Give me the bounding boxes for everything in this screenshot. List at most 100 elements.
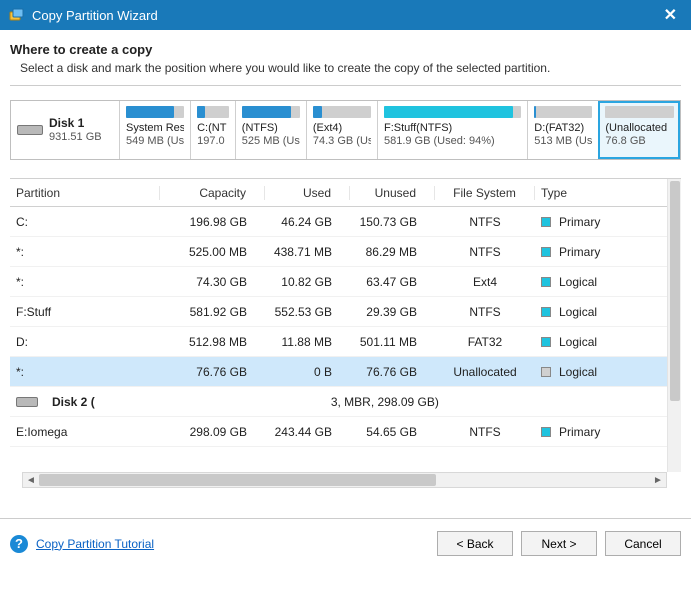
cell-filesystem: NTFS xyxy=(435,215,535,229)
cell-used: 11.88 MB xyxy=(265,335,350,349)
disk-map: Disk 1 931.51 GB System Rese 549 MB (Use… xyxy=(10,100,681,160)
cell-partition: *: xyxy=(10,245,160,259)
segment-label: System Rese xyxy=(126,122,184,135)
cell-used: 438.71 MB xyxy=(265,245,350,259)
disk2-row[interactable]: Disk 2 ( 3, MBR, 298.09 GB) xyxy=(10,387,667,417)
disk-sub: 931.51 GB xyxy=(49,130,102,144)
partition-grid: Partition Capacity Used Unused File Syst… xyxy=(10,178,681,488)
table-row[interactable]: *: 76.76 GB 0 B 76.76 GB Unallocated Log… xyxy=(10,357,667,387)
col-used[interactable]: Used xyxy=(265,186,350,200)
page-heading: Where to create a copy xyxy=(10,42,681,57)
disk-icon xyxy=(17,125,43,135)
segment-sub: 76.8 GB xyxy=(605,135,674,147)
disk-icon xyxy=(16,397,38,407)
cell-capacity: 512.98 MB xyxy=(160,335,265,349)
cell-used: 552.53 GB xyxy=(265,305,350,319)
segment-sub: 74.3 GB (Use xyxy=(313,135,371,147)
cell-unused: 63.47 GB xyxy=(350,275,435,289)
cell-unused: 54.65 GB xyxy=(350,425,435,439)
segment-label: (Ext4) xyxy=(313,122,371,135)
cell-type: Logical xyxy=(535,335,655,349)
table-row[interactable]: *: 74.30 GB 10.82 GB 63.47 GB Ext4 Logic… xyxy=(10,267,667,297)
disk-segment[interactable]: (Unallocated 76.8 GB xyxy=(598,101,680,159)
disk2-name: Disk 2 ( xyxy=(52,395,95,409)
cell-type: Primary xyxy=(535,425,655,439)
cell-unused: 29.39 GB xyxy=(350,305,435,319)
cell-unused: 150.73 GB xyxy=(350,215,435,229)
cell-type: Primary xyxy=(535,245,655,259)
grid-header[interactable]: Partition Capacity Used Unused File Syst… xyxy=(10,179,667,207)
cell-filesystem: FAT32 xyxy=(435,335,535,349)
cell-filesystem: NTFS xyxy=(435,425,535,439)
segment-sub: 581.9 GB (Used: 94%) xyxy=(384,135,521,147)
cell-type: Logical xyxy=(535,365,655,379)
cell-capacity: 196.98 GB xyxy=(160,215,265,229)
page-subheading: Select a disk and mark the position wher… xyxy=(10,61,681,75)
cell-unused: 76.76 GB xyxy=(350,365,435,379)
segment-label: D:(FAT32) xyxy=(534,122,592,135)
disk-segment[interactable]: (NTFS) 525 MB (Use xyxy=(235,101,306,159)
cell-unused: 501.11 MB xyxy=(350,335,435,349)
cell-used: 46.24 GB xyxy=(265,215,350,229)
cell-capacity: 581.92 GB xyxy=(160,305,265,319)
cell-capacity: 76.76 GB xyxy=(160,365,265,379)
disk-segment[interactable]: (Ext4) 74.3 GB (Use xyxy=(306,101,377,159)
cell-filesystem: NTFS xyxy=(435,305,535,319)
table-row[interactable]: C: 196.98 GB 46.24 GB 150.73 GB NTFS Pri… xyxy=(10,207,667,237)
cell-used: 0 B xyxy=(265,365,350,379)
disk-segment[interactable]: C:(NT 197.0 xyxy=(190,101,235,159)
cell-unused: 86.29 MB xyxy=(350,245,435,259)
segment-sub: 513 MB (Use xyxy=(534,135,592,147)
cell-partition: *: xyxy=(10,365,160,379)
scroll-right-icon[interactable]: ► xyxy=(650,475,666,486)
vertical-scrollbar[interactable] xyxy=(667,179,681,472)
cell-capacity: 74.30 GB xyxy=(160,275,265,289)
cancel-button[interactable]: Cancel xyxy=(605,531,681,556)
scroll-thumb[interactable] xyxy=(39,474,436,486)
col-type[interactable]: Type xyxy=(535,186,655,200)
segment-sub: 549 MB (Use xyxy=(126,135,184,147)
cell-partition: C: xyxy=(10,215,160,229)
segment-label: C:(NT xyxy=(197,122,229,135)
table-row[interactable]: D: 512.98 MB 11.88 MB 501.11 MB FAT32 Lo… xyxy=(10,327,667,357)
window-title: Copy Partition Wizard xyxy=(32,8,658,23)
disk-segment[interactable]: F:Stuff(NTFS) 581.9 GB (Used: 94%) xyxy=(377,101,527,159)
cell-filesystem: Ext4 xyxy=(435,275,535,289)
disk-segment[interactable]: System Rese 549 MB (Use xyxy=(119,101,190,159)
segment-label: F:Stuff(NTFS) xyxy=(384,122,521,135)
col-filesystem[interactable]: File System xyxy=(435,186,535,200)
cell-type: Logical xyxy=(535,275,655,289)
segment-sub: 197.0 xyxy=(197,135,229,147)
col-capacity[interactable]: Capacity xyxy=(160,186,265,200)
back-button[interactable]: < Back xyxy=(437,531,513,556)
table-row[interactable]: *: 525.00 MB 438.71 MB 86.29 MB NTFS Pri… xyxy=(10,237,667,267)
horizontal-scrollbar[interactable]: ◄ ► xyxy=(22,472,667,488)
cell-capacity: 298.09 GB xyxy=(160,425,265,439)
cell-filesystem: NTFS xyxy=(435,245,535,259)
disk-segment[interactable]: D:(FAT32) 513 MB (Use xyxy=(527,101,598,159)
disk-info[interactable]: Disk 1 931.51 GB xyxy=(11,101,119,159)
scroll-left-icon[interactable]: ◄ xyxy=(23,475,39,486)
segment-sub: 525 MB (Use xyxy=(242,135,300,147)
disk-name: Disk 1 xyxy=(49,116,102,130)
cell-partition: *: xyxy=(10,275,160,289)
segment-label: (Unallocated xyxy=(605,122,674,135)
close-icon[interactable]: ✕ xyxy=(658,5,683,25)
next-button[interactable]: Next > xyxy=(521,531,597,556)
col-unused[interactable]: Unused xyxy=(350,186,435,200)
table-row[interactable]: E:Iomega 298.09 GB 243.44 GB 54.65 GB NT… xyxy=(10,417,667,447)
cell-capacity: 525.00 MB xyxy=(160,245,265,259)
wizard-icon xyxy=(8,6,26,24)
help-link[interactable]: Copy Partition Tutorial xyxy=(36,537,154,551)
disk2-detail: 3, MBR, 298.09 GB) xyxy=(103,395,667,409)
cell-partition: E:Iomega xyxy=(10,425,160,439)
col-partition[interactable]: Partition xyxy=(10,186,160,200)
help-icon[interactable]: ? xyxy=(10,535,28,553)
divider xyxy=(10,85,681,86)
table-row[interactable]: F:Stuff 581.92 GB 552.53 GB 29.39 GB NTF… xyxy=(10,297,667,327)
cell-type: Primary xyxy=(535,215,655,229)
footer: ? Copy Partition Tutorial < Back Next > … xyxy=(0,518,691,566)
cell-partition: F:Stuff xyxy=(10,305,160,319)
cell-filesystem: Unallocated xyxy=(435,365,535,379)
cell-partition: D: xyxy=(10,335,160,349)
